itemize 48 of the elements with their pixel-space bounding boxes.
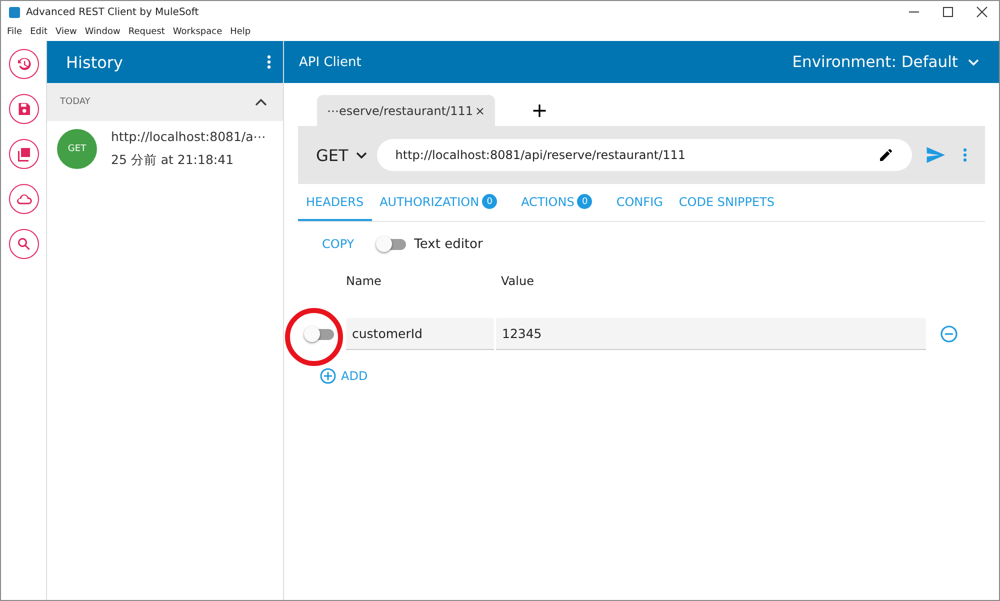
menu-item[interactable]: Workspace [172, 27, 222, 37]
remove-icon[interactable] [940, 325, 958, 343]
app-icon [9, 6, 20, 18]
send-icon[interactable] [926, 147, 945, 163]
history-item[interactable]: GET http://localhost:8081/a⋯ 25 分前 at 21:18:41 [47, 121, 283, 177]
method-badge: GET [57, 129, 97, 169]
request-time: 25 分前 at 21:18:41 [111, 152, 235, 169]
toggle-switch[interactable] [376, 236, 406, 252]
more-icon[interactable] [963, 148, 967, 162]
save-icon[interactable] [8, 94, 38, 124]
column-header: Value [501, 274, 534, 290]
add-tab-button[interactable]: + [531, 98, 548, 122]
toggle-switch[interactable] [304, 326, 334, 342]
section-label: TODAY [60, 97, 90, 107]
url-field[interactable]: http://localhost:8081/api/reserve/restaurant/111 [377, 139, 912, 171]
cloud-icon[interactable] [8, 184, 38, 214]
header-name-field[interactable]: customerId [346, 318, 494, 350]
count-badge: 0 [577, 194, 592, 209]
method-selector[interactable]: GET [316, 146, 368, 164]
menu-item[interactable]: Help [230, 27, 251, 37]
count-badge: 0 [482, 194, 498, 209]
chevron-icon[interactable] [255, 98, 267, 106]
panel-title: API Client [299, 54, 362, 70]
more-icon[interactable] [267, 55, 271, 69]
menu-item[interactable]: View [56, 27, 77, 37]
window-title: Advanced REST Client by MuleSoft [26, 6, 200, 18]
history-icon[interactable] [8, 49, 38, 79]
chevron-down-icon [968, 58, 979, 66]
request-url: http://localhost:8081/a⋯ [111, 129, 266, 144]
panel-title: History [66, 52, 123, 72]
stacked-pages-icon[interactable] [8, 139, 38, 169]
header-value-field[interactable]: 12345 [496, 318, 926, 350]
request-tab[interactable]: ⋯eserve/restaurant/111 × [317, 95, 496, 126]
column-header: Name [346, 274, 382, 290]
menu-item[interactable]: Window [84, 27, 120, 37]
toggle-label: Text editor [414, 236, 483, 252]
chevron-down-icon [356, 152, 368, 158]
tab-label: ⋯eserve/restaurant/111 [327, 104, 473, 118]
section-header[interactable]: TODAY [47, 83, 283, 121]
search-icon[interactable] [8, 229, 38, 259]
menu-item[interactable]: Request [128, 27, 165, 37]
highlight-circle [285, 308, 343, 366]
environment-selector[interactable]: Environment: Default [792, 53, 979, 71]
plus-circle-icon [320, 368, 336, 384]
menu-item[interactable]: Edit [30, 27, 48, 37]
tab-close[interactable]: × [475, 104, 486, 118]
menu-item[interactable]: File [7, 27, 22, 37]
pencil-icon[interactable] [878, 147, 894, 163]
